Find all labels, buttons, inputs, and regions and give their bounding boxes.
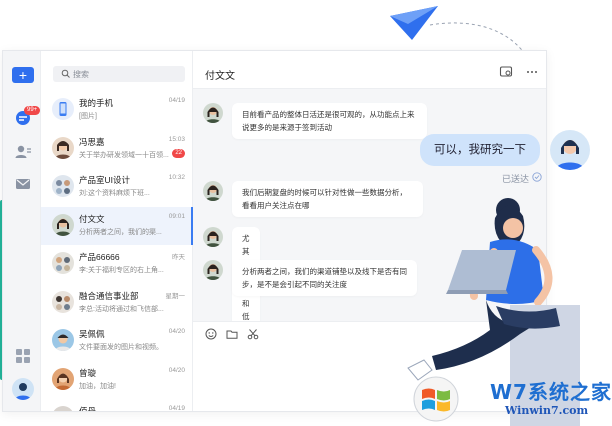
chat-item-fusion-dept[interactable]: 融合通信事业部 李总:活动将通过和飞信部... 星期一 [41, 284, 193, 323]
chat-item-product-66666[interactable]: 产品66666 李:关于福利专区的右上角... 昨天 [41, 245, 193, 284]
chat-item-product-ui[interactable]: 产品室UI设计 刘:这个资料麻烦下班... 10:32 [41, 168, 193, 207]
chat-name: 产品室UI设计 [79, 175, 131, 185]
contact-avatar [52, 213, 74, 236]
chat-time: 09:01 [168, 212, 185, 220]
chat-name: 付文文 [79, 213, 105, 224]
nav-rail: + 99+ [3, 51, 41, 411]
chat-time: 04/20 [168, 328, 185, 335]
chat-item-bai-dan[interactable]: 佰丹 04/19 [41, 399, 193, 412]
sender-avatar [203, 103, 223, 123]
chat-preview: 分析两者之间，我们的渠... [79, 228, 162, 236]
contact-avatar [52, 329, 74, 351]
contacts-icon[interactable] [14, 143, 32, 161]
chat-time: 04/20 [168, 366, 185, 374]
chat-preview: 关于举办研发领域一十百领... [79, 151, 169, 159]
chat-name: 产品66666 [79, 252, 120, 262]
messages-badge: 99+ [24, 106, 41, 115]
conversation-title: 付文文 [205, 71, 235, 82]
watermark-brand: W7系统之家 [490, 380, 612, 404]
apps-grid-icon[interactable] [14, 347, 32, 365]
chat-preview: 加油，加油! [79, 382, 116, 390]
new-chat-button[interactable]: + [12, 67, 34, 83]
sender-avatar [203, 181, 223, 201]
chat-preview: 李:关于福利专区的右上角... [79, 267, 164, 274]
chat-preview: [图片] [79, 113, 97, 120]
chat-preview: 刘:这个资料麻烦下班... [79, 190, 150, 197]
my-avatar [550, 130, 590, 170]
contact-avatar [52, 406, 74, 411]
user-avatar[interactable] [12, 378, 34, 400]
sender-avatar [203, 227, 223, 247]
outgoing-message-bubble: 可以，我研究一下 [420, 134, 540, 166]
sender-avatar [203, 260, 223, 280]
contact-avatar [52, 367, 74, 390]
folder-icon[interactable] [226, 328, 238, 340]
emoji-icon[interactable] [205, 328, 217, 340]
chat-name: 冯思嘉 [79, 136, 105, 147]
search-input[interactable] [73, 66, 181, 82]
chat-preview: 文件要面发的图片和视频。 [79, 344, 163, 351]
mail-icon[interactable] [14, 175, 32, 193]
chat-time: 04/19 [168, 405, 185, 412]
conversation-header: 付文文 [193, 51, 546, 89]
chat-time: 星期一 [165, 292, 186, 300]
group-avatar [52, 175, 74, 197]
windows-logo-watermark [413, 376, 459, 422]
watermark-url: Winwin7.com [505, 404, 589, 417]
chat-name: 佰丹 [79, 406, 97, 412]
contact-avatar [52, 136, 74, 159]
chat-item-my-phone[interactable]: 我的手机 [图片] 04/19 [41, 91, 193, 130]
chat-time: 15:03 [168, 135, 185, 143]
chat-item-fu-wenwen[interactable]: 付文文 分析两者之间，我们的渠... 09:01 [41, 206, 193, 245]
search-box[interactable] [53, 66, 185, 82]
more-icon[interactable] [525, 65, 539, 79]
chat-time: 昨天 [172, 254, 185, 261]
screen-share-icon[interactable] [499, 65, 513, 79]
chat-time: 04/19 [168, 97, 185, 104]
scissors-icon[interactable] [247, 328, 259, 340]
group-avatar [52, 252, 74, 274]
chat-item-feng-sijia[interactable]: 冯思嘉 关于举办研发领域一十百领... 15:03 22 [41, 130, 193, 169]
message-bubble: 目前看产品的整体日活还是很可观的，从功能点上来说更多的是来源于签到活动 [232, 103, 427, 139]
chat-name: 曾璇 [79, 367, 97, 378]
chat-preview: 李总:活动将通过和飞信部... [79, 305, 164, 313]
chat-list: 我的手机 [图片] 04/19 冯思嘉 关于举办研发领域一十百领... 15:0… [41, 91, 193, 412]
chat-name: 融合通信事业部 [79, 290, 139, 301]
chat-list-panel: 我的手机 [图片] 04/19 冯思嘉 关于举办研发领域一十百领... 15:0… [41, 51, 193, 411]
search-icon [61, 69, 70, 78]
phone-avatar-icon [52, 98, 74, 120]
chat-item-wu-peipei[interactable]: 吴佩佩 文件要面发的图片和视频。 04/20 [41, 322, 193, 361]
chat-name: 吴佩佩 [79, 329, 105, 339]
chat-item-zeng-xuan[interactable]: 曾璇 加油，加油! 04/20 [41, 361, 193, 400]
unread-badge: 22 [172, 148, 185, 158]
chat-name: 我的手机 [79, 98, 114, 108]
chat-time: 10:32 [168, 174, 185, 181]
group-avatar [52, 290, 74, 313]
